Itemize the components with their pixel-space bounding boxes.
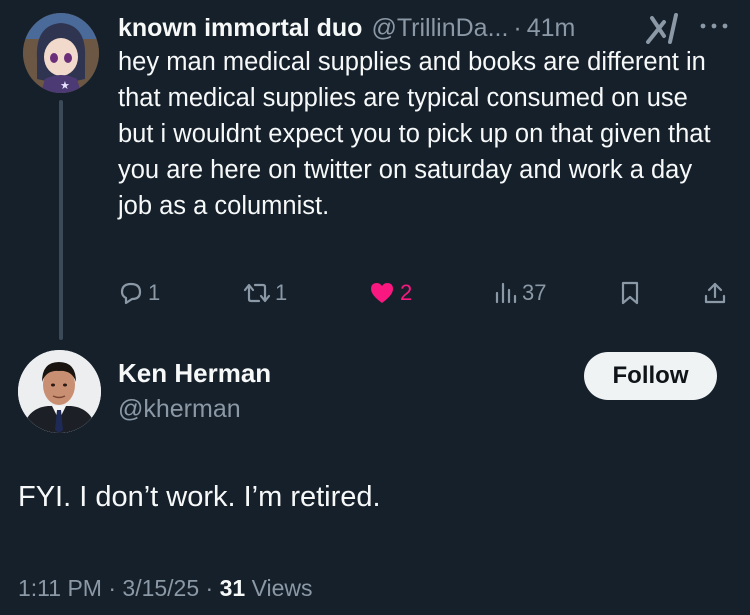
- author-handle[interactable]: @kherman: [118, 395, 241, 424]
- avatar-ken-herman[interactable]: [18, 350, 101, 433]
- reply-icon: [120, 282, 142, 305]
- heart-icon: [371, 283, 393, 303]
- reply-button[interactable]: 1: [118, 278, 160, 308]
- views-count: 37: [522, 280, 547, 305]
- bookmark-button[interactable]: [618, 278, 642, 308]
- bookmark-icon: [621, 281, 639, 305]
- like-button[interactable]: 2: [368, 278, 412, 308]
- separator-dot: ·: [108, 575, 117, 601]
- tweet-metadata: 1:11 PM · 3/15/25 · 31 Views: [18, 575, 313, 602]
- author-handle[interactable]: @TrillinDa...: [371, 14, 508, 43]
- thread-line: [59, 100, 63, 340]
- separator-dot: ·: [205, 575, 214, 601]
- parent-tweet-text: hey man medical supplies and books are d…: [118, 48, 711, 220]
- grok-icon[interactable]: [644, 12, 682, 44]
- share-icon: [704, 282, 726, 304]
- retweet-count: 1: [275, 280, 288, 305]
- main-tweet-text: FYI. I don’t work. I’m retired.: [18, 481, 381, 513]
- reply-count: 1: [148, 280, 161, 305]
- tweet-time[interactable]: 1:11 PM: [18, 575, 102, 601]
- views-button[interactable]: 37: [494, 278, 546, 308]
- retweet-icon: [243, 283, 271, 303]
- author-display-name[interactable]: known immortal duo: [118, 14, 362, 43]
- separator-dot: ·: [513, 13, 522, 42]
- views-icon: [495, 282, 517, 304]
- tweet-date[interactable]: 3/15/25: [122, 575, 199, 601]
- like-count: 2: [400, 280, 413, 305]
- views-count: 31: [219, 575, 246, 601]
- author-display-name[interactable]: Ken Herman: [118, 358, 271, 389]
- follow-button[interactable]: Follow: [584, 352, 717, 400]
- svg-text:★: ★: [60, 79, 70, 92]
- retweet-button[interactable]: 1: [243, 278, 287, 308]
- more-icon[interactable]: [699, 21, 729, 31]
- parent-tweet-header: known immortal duo @TrillinDa... · 41m: [118, 10, 575, 46]
- share-button[interactable]: [702, 278, 728, 308]
- avatar-known-immortal-duo[interactable]: ★: [23, 13, 99, 93]
- views-label: Views: [251, 575, 313, 601]
- tweet-time[interactable]: 41m: [527, 14, 576, 43]
